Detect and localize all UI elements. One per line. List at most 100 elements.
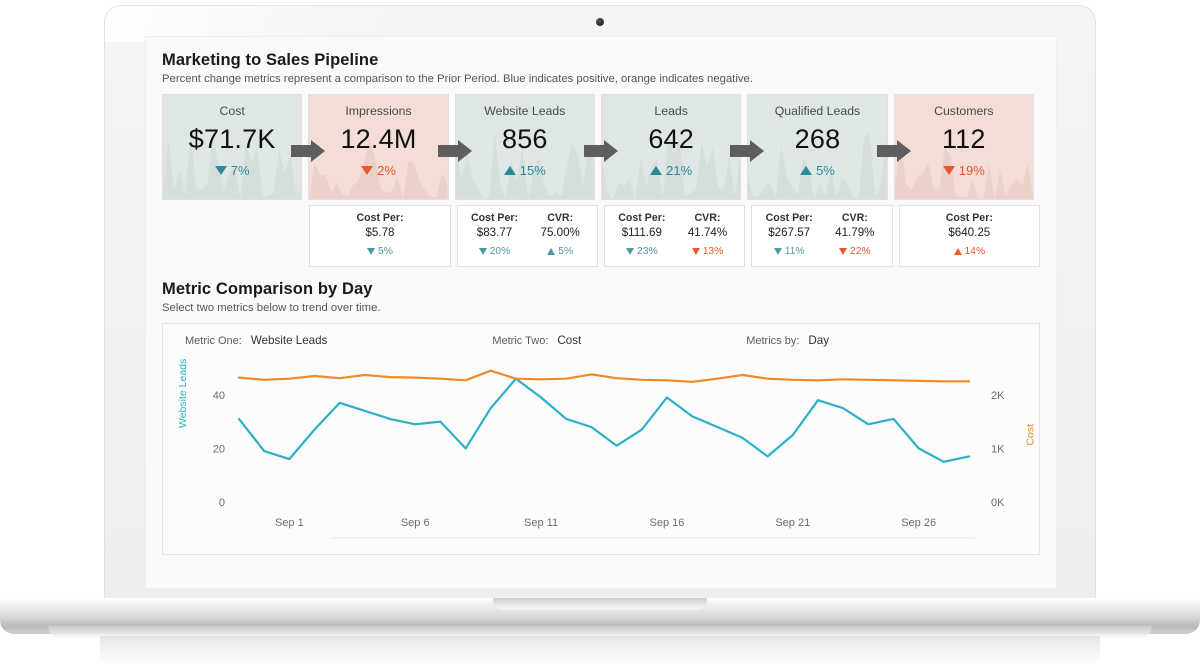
kpi-card[interactable]: Impressions 12.4M 2% <box>308 94 449 200</box>
sub-metric-card[interactable]: Cost Per: $111.69 23% CVR: 41.74% 13% <box>603 205 746 267</box>
kpi-card[interactable]: Website Leads 856 15% <box>454 94 595 200</box>
sub-metric: Cost Per: $5.78 5% <box>314 212 445 257</box>
kpi-card[interactable]: Customers 112 19% <box>893 94 1034 200</box>
pipeline-arrow-icon <box>584 140 618 162</box>
metrics-by-label: Metrics by: <box>746 335 800 347</box>
sub-metric-delta-value: 5% <box>558 246 574 257</box>
sub-metric: Cost Per: $111.69 23% <box>609 212 675 257</box>
kpi-delta: 19% <box>942 163 985 178</box>
sub-metric-delta: 22% <box>839 246 871 257</box>
sub-metric-value: 75.00% <box>540 226 580 239</box>
kpi-delta: 5% <box>800 163 835 178</box>
triangle-up-icon <box>547 248 556 255</box>
sub-metric-value: $640.25 <box>948 226 991 239</box>
x-axis-tick: Sep 6 <box>401 517 430 529</box>
x-axis-tick: Sep 21 <box>775 517 810 529</box>
metric-one-value[interactable]: Website Leads <box>251 334 327 347</box>
x-axis-tick: Sep 11 <box>524 517 558 529</box>
sub-metric-name: CVR: <box>841 212 868 224</box>
laptop-lid: Marketing to Sales Pipeline Percent chan… <box>105 6 1095 601</box>
sub-metric-row: Cost Per: $5.78 5% Cost Per: $83.77 20% CVR: 75… <box>162 205 1040 267</box>
webcam-icon <box>596 18 604 26</box>
chart-title: Metric Comparison by Day <box>162 280 373 298</box>
metrics-by-value[interactable]: Day <box>808 334 829 347</box>
triangle-down-icon <box>839 248 848 255</box>
triangle-up-icon <box>650 166 663 175</box>
sub-metric-delta-value: 20% <box>489 246 511 257</box>
series-line-cost <box>237 369 971 383</box>
sub-metric-delta-value: 11% <box>784 246 805 257</box>
kpi-delta: 7% <box>214 163 250 178</box>
series-line-website-leads <box>237 377 971 463</box>
pipeline-arrow-icon <box>437 140 472 162</box>
page-title: Marketing to Sales Pipeline <box>162 51 379 69</box>
sub-metric-name: Cost Per: <box>945 212 993 224</box>
pipeline-arrow-icon <box>730 140 765 162</box>
sub-metric-name: CVR: <box>694 212 721 224</box>
sub-metric-value: $267.57 <box>768 226 811 239</box>
right-axis-tick: 2K <box>991 390 1005 402</box>
triangle-down-icon <box>367 248 376 255</box>
left-axis-tick: 40 <box>213 390 225 402</box>
sub-metric-delta-value: 14% <box>964 246 986 257</box>
triangle-down-icon <box>773 248 782 255</box>
kpi-delta-value: 7% <box>230 163 250 178</box>
triangle-up-icon <box>800 166 813 175</box>
triangle-down-icon <box>942 166 955 175</box>
sub-metric-value: $83.77 <box>476 226 513 239</box>
kpi-delta-value: 21% <box>666 163 693 178</box>
kpi-delta-value: 15% <box>519 163 546 178</box>
metric-two-selector[interactable]: Metric Two: Cost <box>492 334 581 347</box>
line-chart: 0 20 40 0K 1K 2K Sep 1 Sep 6 Sep 11 Sep 16 Sep 21 S… <box>163 360 1039 556</box>
sub-metric-delta-value: 13% <box>702 246 724 257</box>
kpi-value: 642 <box>648 124 694 154</box>
sub-metric-value: 41.74% <box>687 226 728 239</box>
triangle-down-icon <box>691 248 700 255</box>
metric-two-value[interactable]: Cost <box>557 334 581 347</box>
sub-metric-delta: 5% <box>367 246 393 257</box>
kpi-delta-value: 5% <box>816 163 835 178</box>
kpi-delta: 2% <box>361 163 396 178</box>
sub-metric-card[interactable]: Cost Per: $5.78 5% <box>309 205 451 267</box>
sub-metric: Cost Per: $267.57 11% <box>756 212 822 257</box>
metric-two-label: Metric Two: <box>492 335 549 347</box>
sub-metric-card[interactable]: Cost Per: $83.77 20% CVR: 75.00% 5% <box>456 205 598 267</box>
kpi-label: Leads <box>654 104 688 118</box>
sub-metric-delta: 5% <box>547 246 573 257</box>
kpi-value: 856 <box>501 124 548 154</box>
page-subtitle: Percent change metrics represent a compa… <box>162 73 753 85</box>
metric-one-selector[interactable]: Metric One: Website Leads <box>185 334 327 347</box>
sub-metric-delta: 14% <box>953 246 986 257</box>
kpi-value: 268 <box>794 124 841 154</box>
right-axis-tick: 0K <box>991 497 1005 509</box>
dashboard: Marketing to Sales Pipeline Percent chan… <box>146 37 1056 588</box>
kpi-card[interactable]: Leads 642 21% <box>600 94 742 200</box>
laptop-screen: Marketing to Sales Pipeline Percent chan… <box>145 36 1057 589</box>
sub-metric: Cost Per: $83.77 20% <box>462 212 528 257</box>
chart-panel: Metric One: Website Leads Metric Two: Co… <box>162 323 1040 555</box>
sub-metric-value: 41.79% <box>835 226 875 239</box>
kpi-delta: 21% <box>650 163 692 178</box>
sub-metric: CVR: 41.79% 22% <box>822 212 888 257</box>
sub-metric-delta: 11% <box>773 246 805 257</box>
sub-metric-name: CVR: <box>547 212 574 224</box>
right-axis-tick: 1K <box>991 443 1005 455</box>
triangle-down-icon <box>626 248 635 255</box>
sub-metric-delta-value: 22% <box>850 246 871 257</box>
sub-metric: CVR: 41.74% 13% <box>675 212 741 257</box>
chart-subtitle: Select two metrics below to trend over t… <box>162 302 381 314</box>
x-axis-tick: Sep 26 <box>901 517 936 529</box>
kpi-card[interactable]: Qualified Leads 268 5% <box>747 94 888 200</box>
metrics-by-selector[interactable]: Metrics by: Day <box>746 334 829 347</box>
triangle-down-icon <box>214 166 227 175</box>
sub-metric-card[interactable]: Cost Per: $640.25 14% <box>898 205 1040 267</box>
kpi-value: 12.4M <box>340 124 417 154</box>
sub-metric-value: $111.69 <box>621 226 662 239</box>
sub-metric-card[interactable]: Cost Per: $267.57 11% CVR: 41.79% 22% <box>751 205 893 267</box>
chart-section-header: Metric Comparison by Day Select two metr… <box>162 280 1040 314</box>
kpi-value: 112 <box>941 124 986 154</box>
sub-metric-delta: 13% <box>691 246 724 257</box>
kpi-card[interactable]: Cost $71.7K 7% <box>162 94 303 200</box>
sub-metric-delta-value: 23% <box>637 246 658 257</box>
left-axis-tick: 20 <box>213 443 225 455</box>
